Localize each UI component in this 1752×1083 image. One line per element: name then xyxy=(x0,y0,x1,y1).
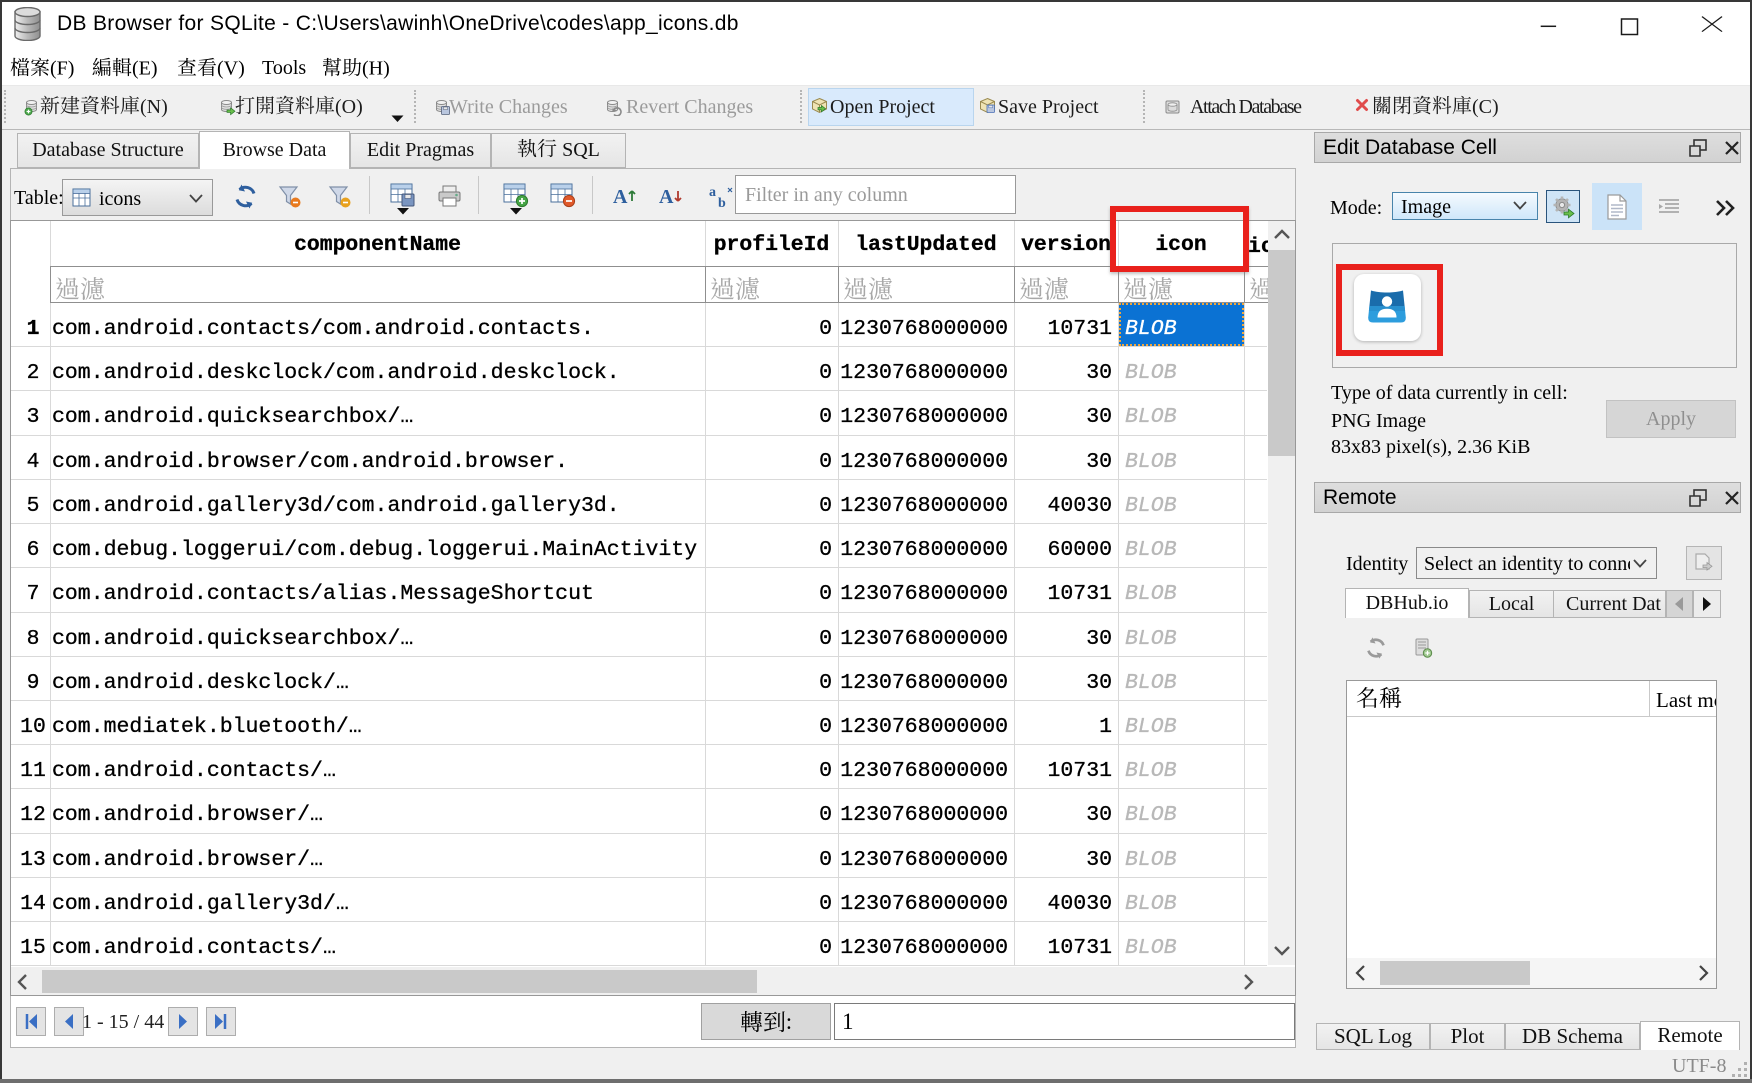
svg-text:A: A xyxy=(659,186,674,208)
svg-text:b: b xyxy=(718,196,726,210)
svg-text:A: A xyxy=(613,186,628,208)
svg-text:a: a xyxy=(709,185,716,200)
